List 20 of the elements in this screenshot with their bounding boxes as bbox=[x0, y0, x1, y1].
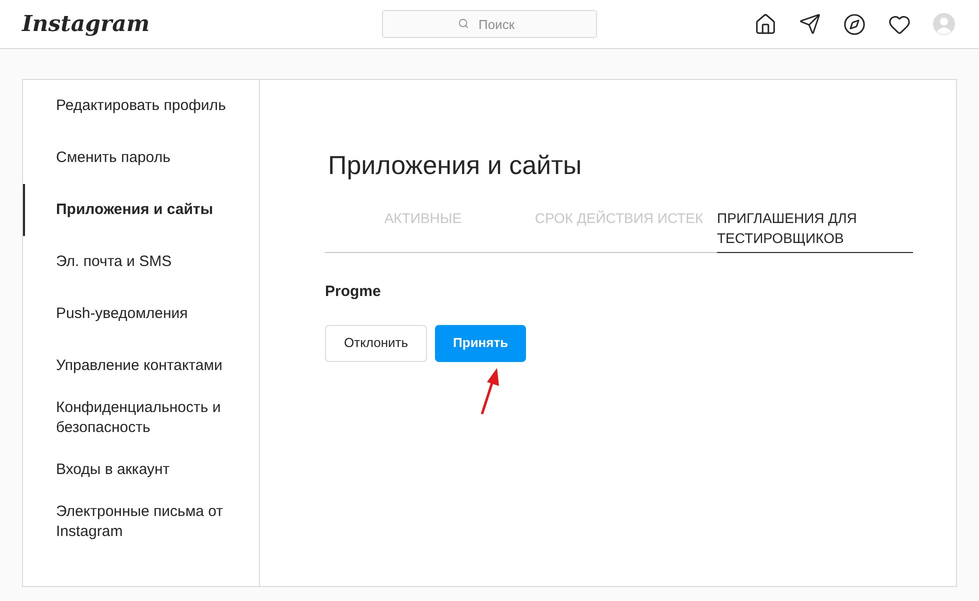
arrow-annotation bbox=[478, 366, 502, 416]
sidebar-item[interactable]: Управление контактами bbox=[23, 340, 259, 392]
tab[interactable]: ПРИГЛАШЕНИЯ ДЛЯ ТЕСТИРОВЩИКОВ bbox=[717, 207, 913, 253]
sidebar-item[interactable]: Электронные письма от Instagram bbox=[23, 496, 259, 548]
decline-button[interactable]: Отклонить bbox=[325, 324, 428, 362]
page-title: Приложения и сайты bbox=[328, 149, 583, 182]
logo[interactable]: Instagram bbox=[22, 8, 382, 40]
sidebar-item[interactable]: Редактировать профиль bbox=[23, 80, 259, 132]
sidebar-item[interactable]: Push-уведомления bbox=[23, 288, 259, 340]
compass-icon[interactable] bbox=[843, 12, 866, 36]
app-name: Progme bbox=[325, 282, 382, 302]
sidebar-item[interactable]: Эл. почта и SMS bbox=[23, 236, 259, 288]
sidebar-item[interactable]: Входы в аккаунт bbox=[23, 444, 259, 496]
search-icon bbox=[458, 18, 469, 29]
home-icon[interactable] bbox=[754, 12, 777, 36]
send-icon[interactable] bbox=[799, 13, 821, 35]
sidebar-item[interactable]: Сменить пароль bbox=[23, 132, 259, 184]
sidebar-item[interactable]: Конфиденциальность и безопасность bbox=[23, 392, 259, 444]
search-field[interactable]: Поиск bbox=[382, 10, 597, 38]
sidebar-item[interactable]: Приложения и сайты bbox=[23, 184, 259, 236]
